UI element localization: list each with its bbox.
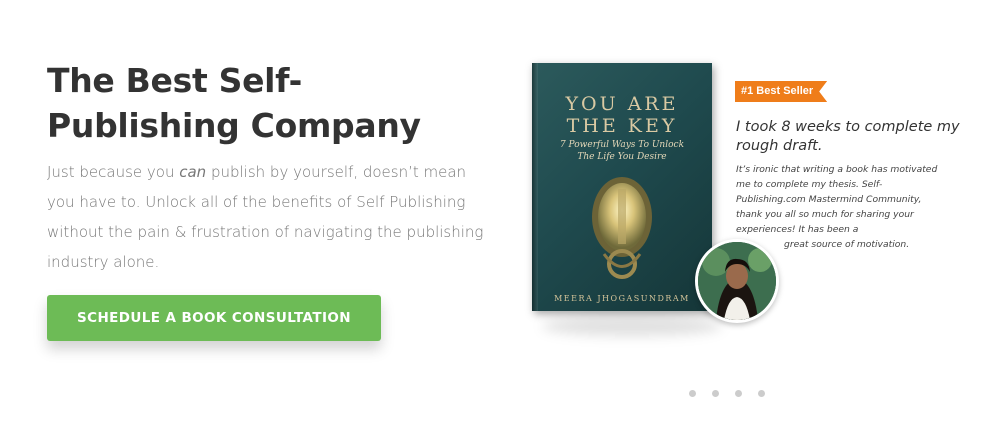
hero-description: Just because you can publish by yourself…: [47, 157, 487, 277]
best-seller-badge: #1 Best Seller: [735, 81, 827, 102]
testimonial-text-end: great source of motivation.: [784, 239, 910, 250]
carousel-dot[interactable]: [735, 390, 742, 397]
hero-text-emphasis: can: [179, 163, 207, 181]
book-shadow: [542, 316, 722, 336]
page-title: The Best Self-Publishing Company: [47, 61, 421, 145]
book-cover: YOU ARE THE KEY 7 Powerful Ways To Unloc…: [532, 63, 712, 311]
hero-text-part: Just because you: [47, 163, 180, 181]
book-author: MEERA JHOGASUNDRAM: [554, 294, 690, 303]
schedule-consultation-button[interactable]: SCHEDULE A BOOK CONSULTATION: [47, 295, 381, 341]
testimonial-text: It’s ironic that writing a book has moti…: [736, 164, 938, 235]
testimonial-headline: I took 8 weeks to complete my rough draf…: [736, 119, 960, 154]
carousel-dot[interactable]: [712, 390, 719, 397]
carousel-pagination: [689, 390, 765, 397]
carousel-dot[interactable]: [689, 390, 696, 397]
door-knocker-illustration: [592, 177, 652, 279]
testimonial-body: It’s ironic that writing a book has moti…: [736, 162, 946, 252]
author-portrait: [698, 242, 776, 320]
book-title: YOU ARE THE KEY: [565, 93, 679, 137]
carousel-dot[interactable]: [758, 390, 765, 397]
book-subtitle: 7 Powerful Ways To Unlock The Life You D…: [559, 140, 685, 162]
